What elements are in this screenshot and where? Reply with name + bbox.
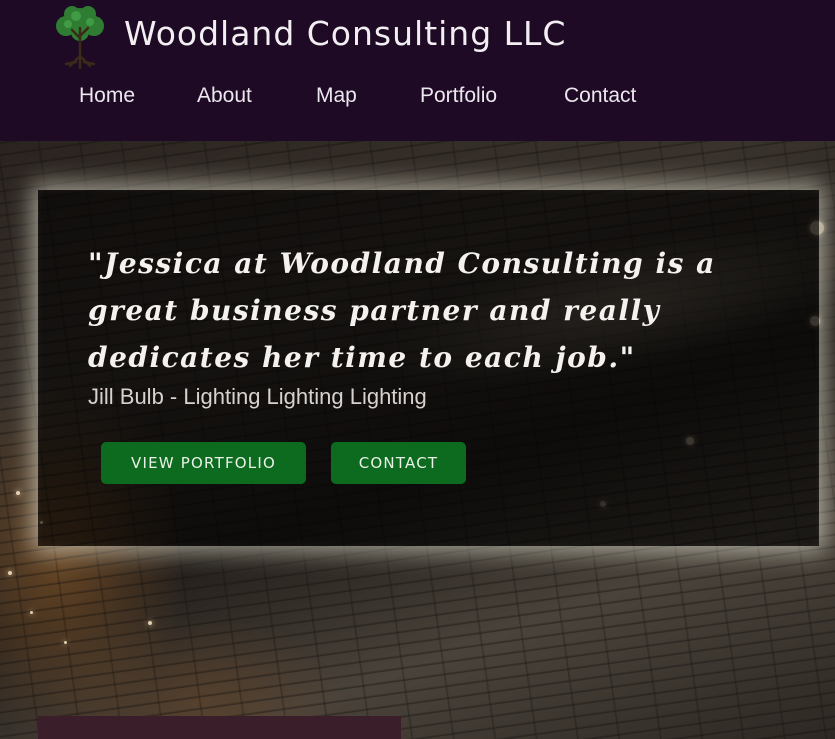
site-header: Woodland Consulting LLC Home About Map P…	[0, 0, 835, 141]
nav-item-about[interactable]: About	[197, 84, 252, 108]
testimonial-attribution: Jill Bulb - Lighting Lighting Lighting	[88, 384, 427, 409]
site-title[interactable]: Woodland Consulting LLC	[124, 14, 566, 53]
testimonial-quote: "Jessica at Woodland Consulting is a gre…	[88, 247, 716, 374]
testimonial-panel: "Jessica at Woodland Consulting is a gre…	[38, 190, 819, 546]
light-dot	[8, 571, 12, 575]
light-dot	[64, 641, 67, 644]
light-dot	[148, 621, 152, 625]
contact-button[interactable]: CONTACT	[331, 442, 466, 484]
nav-item-map[interactable]: Map	[316, 84, 357, 108]
nav-item-portfolio[interactable]: Portfolio	[420, 84, 497, 108]
light-dot	[16, 491, 20, 495]
bottom-section-edge	[38, 716, 401, 739]
main-nav: Home About Map Portfolio Contact	[0, 84, 835, 120]
nav-item-contact[interactable]: Contact	[564, 84, 636, 108]
nav-item-home[interactable]: Home	[79, 84, 135, 108]
view-portfolio-button[interactable]: VIEW PORTFOLIO	[101, 442, 306, 484]
light-dot	[30, 611, 33, 614]
tree-icon[interactable]	[48, 4, 112, 72]
